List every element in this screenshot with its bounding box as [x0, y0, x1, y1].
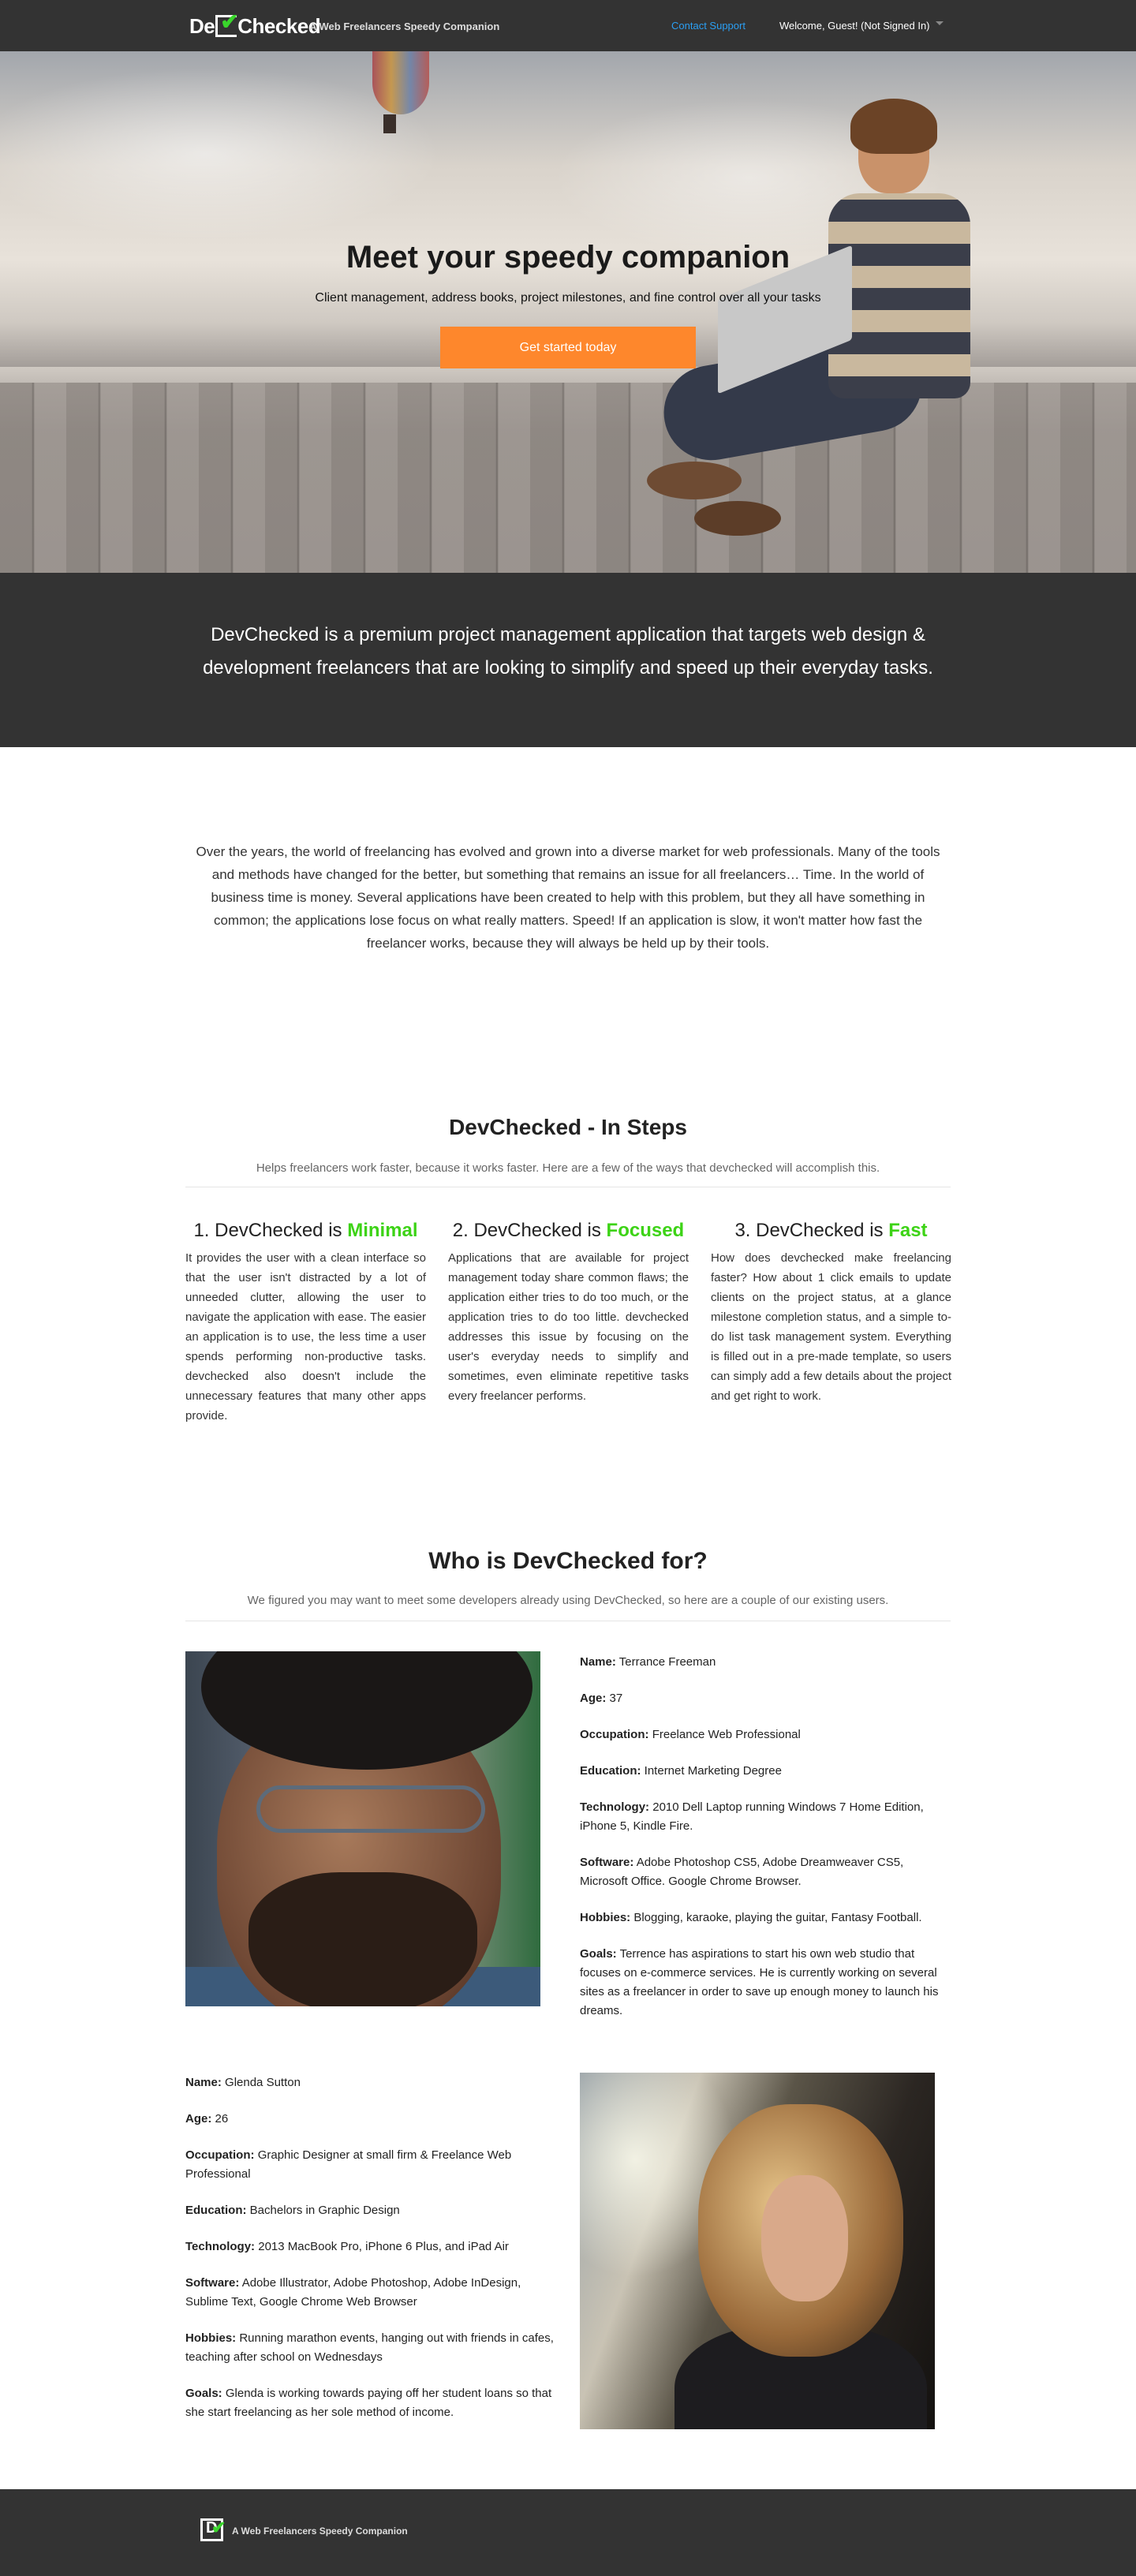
- nav-tagline: A Web Freelancers Speedy Companion: [309, 21, 500, 32]
- field-label: Goals:: [580, 1947, 617, 1961]
- user-photo-glenda: [580, 2073, 935, 2429]
- hero-section: Meet your speedy companion Client manage…: [0, 51, 1136, 573]
- bio-goals: Goals: Terrence has aspirations to start…: [580, 1945, 951, 2021]
- bio-software: Software: Adobe Photoshop CS5, Adobe Dre…: [580, 1853, 951, 1891]
- photo-face: [761, 2175, 848, 2301]
- bio-age: Age: 26: [185, 2110, 556, 2129]
- step-highlight: Minimal: [347, 1220, 418, 1241]
- field-value: Blogging, karaoke, playing the guitar, F…: [633, 1911, 922, 1924]
- bio-technology: Technology: 2010 Dell Laptop running Win…: [580, 1798, 951, 1836]
- person-hair: [850, 99, 937, 154]
- field-value: Glenda is working towards paying off her…: [185, 2387, 552, 2419]
- field-value: Bachelors in Graphic Design: [249, 2204, 400, 2217]
- bio-age: Age: 37: [580, 1689, 951, 1708]
- bio-hobbies: Hobbies: Running marathon events, hangin…: [185, 2329, 556, 2367]
- bio-goals: Goals: Glenda is working towards paying …: [185, 2384, 556, 2422]
- step-heading: 1. DevChecked is Minimal: [185, 1220, 426, 1242]
- bio-hobbies: Hobbies: Blogging, karaoke, playing the …: [580, 1909, 951, 1927]
- field-label: Occupation:: [580, 1728, 649, 1741]
- who-title: Who is DevChecked for?: [428, 1548, 708, 1574]
- step-card-focused: 2. DevChecked is Focused Applications th…: [448, 1220, 689, 1406]
- hero-subtitle: Client management, address books, projec…: [315, 291, 821, 305]
- field-value: Running marathon events, hanging out wit…: [185, 2331, 554, 2364]
- person-shoe: [647, 462, 742, 499]
- step-text: It provides the user with a clean interf…: [185, 1251, 426, 1423]
- person-shoe: [694, 501, 781, 536]
- field-value: 37: [609, 1692, 623, 1705]
- logo-text-suffix: Checked: [237, 13, 321, 38]
- bio-technology: Technology: 2013 MacBook Pro, iPhone 6 P…: [185, 2238, 556, 2256]
- step-heading-prefix: 1. DevChecked is: [193, 1220, 348, 1241]
- footer-logo[interactable]: D ✔: [200, 2518, 226, 2541]
- checkmark-icon: ✔: [211, 2518, 226, 2537]
- contact-support-link[interactable]: Contact Support: [671, 20, 746, 32]
- field-label: Software:: [580, 1856, 634, 1869]
- get-started-button[interactable]: Get started today: [440, 327, 696, 368]
- footer-tagline: A Web Freelancers Speedy Companion: [232, 2526, 408, 2537]
- field-label: Age:: [580, 1692, 607, 1705]
- bio-education: Education: Internet Marketing Degree: [580, 1762, 951, 1781]
- who-subtitle: We figured you may want to meet some dev…: [247, 1594, 889, 1607]
- field-label: Education:: [185, 2204, 247, 2217]
- field-label: Age:: [185, 2112, 212, 2125]
- statement-section: DevChecked is a premium project manageme…: [0, 573, 1136, 747]
- bio-software: Software: Adobe Illustrator, Adobe Photo…: [185, 2274, 556, 2312]
- bio-name: Name: Terrance Freeman: [580, 1653, 951, 1672]
- field-value: 2013 MacBook Pro, iPhone 6 Plus, and iPa…: [258, 2240, 509, 2253]
- step-highlight: Focused: [606, 1220, 685, 1241]
- steps-subtitle: Helps freelancers work faster, because i…: [256, 1161, 880, 1175]
- chevron-down-icon[interactable]: [936, 21, 944, 25]
- step-card-fast: 3. DevChecked is Fast How does devchecke…: [711, 1220, 951, 1406]
- bio-occupation: Occupation: Graphic Designer at small fi…: [185, 2146, 556, 2184]
- photo-glasses: [256, 1785, 485, 1833]
- field-label: Name:: [185, 2076, 222, 2089]
- field-value: 26: [215, 2112, 229, 2125]
- field-label: Education:: [580, 1764, 641, 1778]
- user-menu[interactable]: Welcome, Guest! (Not Signed In): [779, 20, 930, 32]
- balloon-basket-image: [383, 114, 396, 133]
- step-text: Applications that are available for proj…: [448, 1251, 689, 1403]
- step-heading-prefix: 3. DevChecked is: [734, 1220, 889, 1241]
- logo-text-prefix: De: [189, 13, 215, 38]
- hero-person-with-laptop-image: [647, 99, 994, 540]
- field-value: Terrance Freeman: [618, 1655, 716, 1669]
- field-value: Glenda Sutton: [225, 2076, 301, 2089]
- user-bio-terrance: Name: Terrance Freeman Age: 37 Occupatio…: [580, 1653, 951, 2038]
- bio-occupation: Occupation: Freelance Web Professional: [580, 1725, 951, 1744]
- step-heading: 2. DevChecked is Focused: [448, 1220, 689, 1242]
- step-heading-prefix: 2. DevChecked is: [452, 1220, 607, 1241]
- field-label: Technology:: [185, 2240, 256, 2253]
- photo-beard: [248, 1872, 477, 2006]
- hero-title: Meet your speedy companion: [346, 240, 790, 275]
- intro-paragraph: Over the years, the world of freelancing…: [196, 844, 940, 951]
- field-label: Hobbies:: [185, 2331, 237, 2345]
- field-label: Name:: [580, 1655, 616, 1669]
- checkmark-icon: ✔: [220, 9, 239, 34]
- statement-text: DevChecked is a premium project manageme…: [203, 624, 933, 679]
- field-label: Technology:: [580, 1800, 650, 1814]
- logo[interactable]: De ✔ Checked: [189, 11, 321, 39]
- top-nav: De ✔ Checked A Web Freelancers Speedy Co…: [0, 0, 1136, 51]
- field-value: Terrence has aspirations to start his ow…: [580, 1947, 939, 2017]
- hot-air-balloon-image: [372, 51, 429, 114]
- user-photo-terrance: [185, 1651, 540, 2006]
- step-highlight: Fast: [888, 1220, 928, 1241]
- logo-check-box: ✔: [215, 11, 239, 37]
- step-heading: 3. DevChecked is Fast: [711, 1220, 951, 1242]
- step-text: How does devchecked make freelancing fas…: [711, 1251, 951, 1403]
- steps-title: DevChecked - In Steps: [449, 1115, 687, 1139]
- field-value: Internet Marketing Degree: [644, 1764, 782, 1778]
- bio-education: Education: Bachelors in Graphic Design: [185, 2201, 556, 2220]
- field-label: Software:: [185, 2276, 240, 2290]
- user-bio-glenda: Name: Glenda Sutton Age: 26 Occupation: …: [185, 2073, 556, 2440]
- field-label: Hobbies:: [580, 1911, 631, 1924]
- field-label: Goals:: [185, 2387, 222, 2400]
- field-label: Occupation:: [185, 2148, 255, 2162]
- step-card-minimal: 1. DevChecked is Minimal It provides the…: [185, 1220, 426, 1426]
- footer: D ✔ A Web Freelancers Speedy Companion: [0, 2489, 1136, 2576]
- field-value: Freelance Web Professional: [652, 1728, 801, 1741]
- bio-name: Name: Glenda Sutton: [185, 2073, 556, 2092]
